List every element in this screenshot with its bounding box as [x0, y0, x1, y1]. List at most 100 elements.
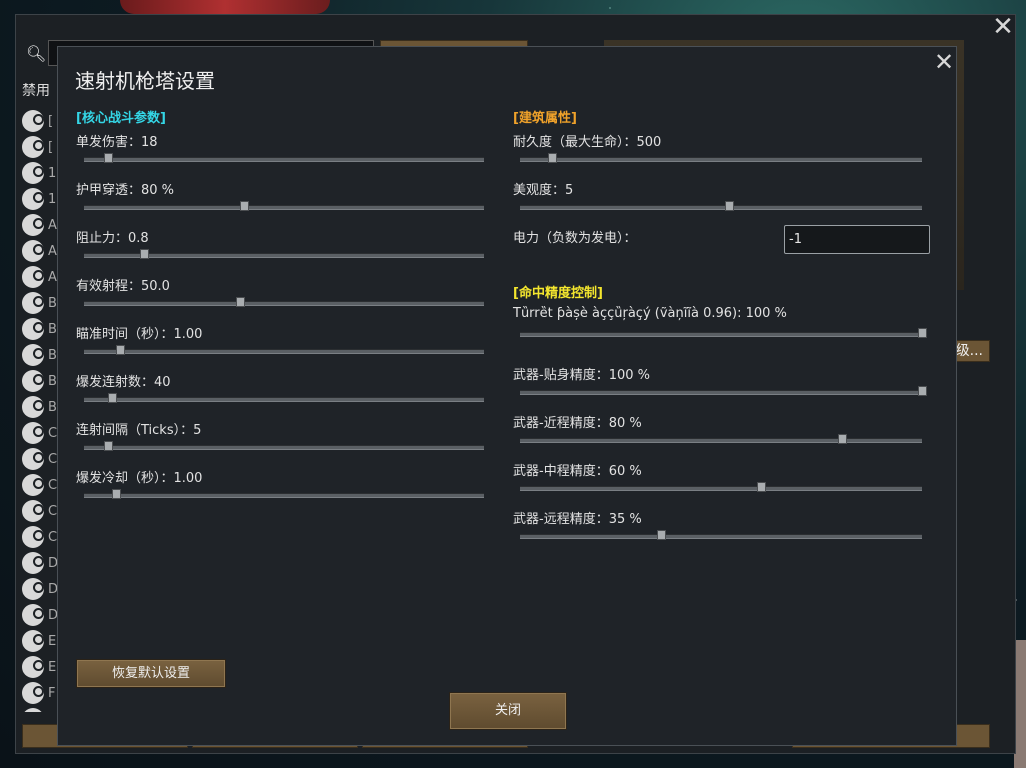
mod-list-item[interactable]: C	[22, 472, 58, 498]
mod-list-item[interactable]: 1	[22, 186, 58, 212]
setting-burst-interval-label: 连射间隔（Ticks）：5	[76, 423, 202, 438]
slider-thumb[interactable]	[108, 393, 117, 403]
slider-thumb[interactable]	[656, 530, 666, 540]
close-icon[interactable]: ✕	[932, 49, 956, 75]
mod-list-item[interactable]: D	[22, 602, 58, 628]
setting-burst-interval-slider[interactable]	[84, 441, 484, 453]
setting-beauty-slider[interactable]	[520, 201, 922, 213]
slider-track[interactable]	[84, 301, 484, 306]
mod-list-item[interactable]: B	[22, 368, 58, 394]
steam-icon	[22, 370, 44, 392]
reset-defaults-button[interactable]: 恢复默认设置	[76, 659, 226, 688]
slider-track[interactable]	[84, 205, 484, 210]
slider-thumb[interactable]	[725, 201, 735, 211]
slider-track[interactable]	[84, 157, 484, 162]
mod-list-item[interactable]: D	[22, 550, 58, 576]
steam-icon	[22, 240, 44, 262]
mod-list-item-label: B	[48, 373, 57, 389]
slider-thumb[interactable]	[240, 201, 249, 211]
mod-list-item-label: A	[48, 269, 57, 285]
slider-thumb[interactable]	[236, 297, 245, 307]
power-input[interactable]	[784, 225, 930, 254]
steam-icon	[22, 682, 44, 704]
setting-accuracy-touch-slider[interactable]	[520, 386, 927, 398]
steam-icon	[22, 604, 44, 626]
slider-thumb[interactable]	[918, 328, 927, 338]
setting-durability-label: 耐久度（最大生命）：500	[513, 135, 662, 150]
mod-list-item[interactable]: B	[22, 342, 58, 368]
mod-list-item[interactable]: B	[22, 316, 58, 342]
steam-icon	[22, 266, 44, 288]
mod-list-item[interactable]: D	[22, 576, 58, 602]
mod-list-item[interactable]: F	[22, 680, 58, 706]
setting-armor-penetration-label: 护甲穿透：80 %	[76, 183, 175, 198]
slider-thumb[interactable]	[837, 434, 847, 444]
slider-track[interactable]	[520, 438, 922, 443]
mod-list-item[interactable]: B	[22, 394, 58, 420]
steam-icon	[22, 526, 44, 548]
slider-thumb[interactable]	[104, 441, 113, 451]
slider-track[interactable]	[520, 486, 922, 491]
steam-icon	[22, 422, 44, 444]
mod-list-item[interactable]: A	[22, 212, 58, 238]
setting-range-slider[interactable]	[84, 297, 484, 309]
mod-list-close-icon[interactable]: ✕	[990, 14, 1016, 40]
mod-list-item[interactable]: 1	[22, 160, 58, 186]
steam-icon	[22, 500, 44, 522]
setting-accuracy-short-slider[interactable]	[520, 434, 922, 446]
slider-track[interactable]	[84, 493, 484, 498]
mod-list-item[interactable]: E	[22, 628, 58, 654]
slider-thumb[interactable]	[757, 482, 767, 492]
slider-thumb[interactable]	[918, 386, 927, 396]
mod-list-item-label: C	[48, 451, 58, 467]
mod-list-item[interactable]: C	[22, 446, 58, 472]
slider-track[interactable]	[84, 445, 484, 450]
setting-durability-slider[interactable]	[520, 153, 922, 165]
mod-list-item[interactable]: B	[22, 290, 58, 316]
mod-list-item[interactable]: C	[22, 498, 58, 524]
setting-burst-cooldown-slider[interactable]	[84, 489, 484, 501]
slider-track[interactable]	[520, 157, 922, 162]
mod-list-item[interactable]: A	[22, 238, 58, 264]
setting-burst-count-label: 爆发连射数：40	[76, 375, 171, 390]
mod-list-item[interactable]: [	[22, 108, 58, 134]
mod-list-item-label: B	[48, 321, 57, 337]
mod-list-item-label: C	[48, 477, 58, 493]
setting-stopping-power-slider[interactable]	[84, 249, 484, 261]
mod-list-item-label: E	[48, 633, 57, 649]
power-label: 电力（负数为发电）：	[513, 231, 637, 246]
slider-track[interactable]	[520, 534, 922, 539]
slider-thumb[interactable]	[104, 153, 113, 163]
slider-track[interactable]	[84, 397, 484, 402]
slider-thumb[interactable]	[112, 489, 121, 499]
setting-accuracy-medium-slider[interactable]	[520, 482, 922, 494]
setting-damage-slider[interactable]	[84, 153, 484, 165]
slider-track[interactable]	[520, 205, 922, 210]
steam-icon	[22, 136, 44, 158]
mod-list-item-label: [	[48, 139, 54, 155]
steam-icon	[22, 214, 44, 236]
slider-thumb[interactable]	[140, 249, 149, 259]
mod-list-item-label: 1	[48, 191, 57, 207]
slider-thumb[interactable]	[116, 345, 125, 355]
slider-track[interactable]	[520, 390, 922, 395]
setting-burst-count-slider[interactable]	[84, 393, 484, 405]
slider-track[interactable]	[520, 332, 922, 337]
slider-track[interactable]	[84, 349, 484, 354]
mod-list-item-label: F	[48, 685, 56, 701]
mod-list-item[interactable]	[22, 706, 58, 712]
mod-list-item[interactable]: [	[22, 134, 58, 160]
close-button[interactable]: 关闭	[449, 692, 567, 730]
mod-list-item-label: 1	[48, 165, 57, 181]
setting-armor-penetration-slider[interactable]	[84, 201, 484, 213]
steam-icon	[22, 292, 44, 314]
slider-thumb[interactable]	[548, 153, 558, 163]
mod-list-item[interactable]: A	[22, 264, 58, 290]
mod-list-item[interactable]: C	[22, 420, 58, 446]
setting-aim-time-slider[interactable]	[84, 345, 484, 357]
steam-icon	[22, 578, 44, 600]
mod-list-item[interactable]: C	[22, 524, 58, 550]
setting-accuracy-long-slider[interactable]	[520, 530, 922, 542]
mod-list-item[interactable]: E	[22, 654, 58, 680]
setting-turret-accuracy-slider[interactable]	[520, 328, 927, 340]
